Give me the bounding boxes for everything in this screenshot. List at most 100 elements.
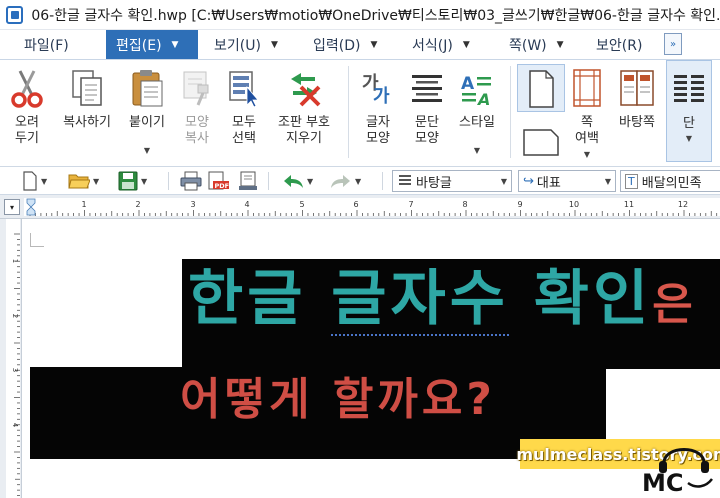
document-page[interactable]: 한글 글자수 확인은 어떻게 할까요? mulmeclass.tistory.c…	[22, 219, 720, 498]
tab-edit-label: 편집(E)	[116, 37, 162, 54]
open-button[interactable]: ▼	[68, 170, 99, 192]
para-shape-label: 문단 모양	[415, 115, 439, 146]
vertical-ruler[interactable]: 1 2 3 4	[0, 219, 22, 498]
toolbar-separator	[382, 172, 383, 190]
open-dropdown-icon[interactable]: ▼	[93, 177, 99, 186]
font-combo[interactable]: T 배달의민족	[620, 170, 720, 192]
paragraph-align-icon	[407, 66, 447, 110]
preview-button[interactable]	[238, 170, 258, 192]
style-icon: A A	[457, 66, 497, 110]
toolbar-separator	[268, 172, 269, 190]
style-combo[interactable]: 바탕글 ▼	[392, 170, 512, 192]
tab-insert-dropdown-icon[interactable]: ▼	[370, 40, 377, 50]
page-corner-marker	[30, 233, 44, 247]
paste-dropdown-icon[interactable]: ▼	[122, 143, 172, 159]
tab-page-label: 쪽(W)	[509, 37, 547, 54]
style-combo-value: 바탕글	[416, 175, 452, 191]
menu-expand-button[interactable]: »	[664, 33, 682, 55]
portrait-page-icon	[521, 67, 561, 111]
new-document-icon	[23, 171, 37, 191]
scissors-icon	[7, 66, 47, 110]
page-margin-button[interactable]: 쪽 여백 ▼	[566, 60, 608, 165]
redo-button[interactable]: ▼	[330, 170, 361, 192]
landscape-page-icon	[521, 120, 561, 164]
headline-word-hangul: 한글	[188, 264, 307, 334]
select-all-button[interactable]: 모두 선택	[222, 60, 266, 165]
print-button[interactable]	[180, 170, 202, 192]
new-document-dropdown-icon[interactable]: ▼	[41, 177, 47, 186]
page-orientation-portrait-button[interactable]	[517, 64, 565, 112]
tab-edit-dropdown-icon[interactable]: ▼	[172, 40, 179, 50]
page-orientation-landscape-button[interactable]	[517, 118, 565, 162]
save-dropdown-icon[interactable]: ▼	[141, 177, 147, 186]
mc-logo-text: MC	[642, 469, 684, 497]
ruler-label: 6	[353, 200, 358, 209]
page-margin-dropdown-icon[interactable]: ▼	[566, 147, 608, 163]
tab-security-label: 보안(R)	[596, 37, 643, 54]
ruler-label: 7	[408, 200, 413, 209]
para-shape-button[interactable]: 문단 모양	[404, 60, 450, 165]
tab-page-dropdown-icon[interactable]: ▼	[557, 40, 564, 50]
copy-button[interactable]: 복사하기	[54, 60, 120, 165]
pdf-save-button[interactable]: PDF	[207, 170, 229, 192]
tab-insert-label: 입력(D)	[313, 37, 361, 54]
font-type-icon: T	[625, 173, 638, 189]
delete-marks-button[interactable]: 조판 부호 지우기	[268, 60, 340, 165]
style-label: 스타일	[459, 115, 495, 130]
column-label: 단	[683, 116, 695, 131]
paste-label: 붙이기	[129, 115, 165, 130]
page-margin-icon	[567, 66, 607, 110]
background-page-icon	[617, 66, 657, 110]
undo-dropdown-icon[interactable]: ▼	[307, 177, 313, 186]
column-dropdown-icon[interactable]: ▼	[667, 131, 711, 147]
background-page-button[interactable]: 바탕쪽	[610, 60, 664, 165]
tab-view[interactable]: 보기(U) ▼	[214, 30, 278, 59]
pdf-icon: PDF	[208, 171, 230, 190]
cut-label: 오려 두기	[15, 115, 39, 146]
ruler-label: 8	[462, 200, 467, 209]
window-title: 06-한글 글자수 확인.hwp [C:₩Users₩motio₩OneDriv…	[31, 7, 720, 24]
format-brush-icon	[177, 66, 217, 110]
vertical-ruler-label: 4	[11, 423, 19, 428]
style-dropdown-icon[interactable]: ▼	[452, 143, 502, 159]
tab-format-dropdown-icon[interactable]: ▼	[463, 40, 470, 50]
style-icon-letter-top: A	[461, 74, 475, 94]
style-icon-letter-bottom: A	[476, 90, 490, 109]
ruler-label: 4	[244, 200, 249, 209]
background-page-label: 바탕쪽	[619, 115, 655, 130]
pdf-icon-text: PDF	[215, 182, 230, 190]
menu-bar: 파일(F) 편집(E) ▼ 보기(U) ▼ 입력(D) ▼ 서식(J) ▼ 쪽(…	[0, 30, 720, 60]
headline-line-1[interactable]: 한글 글자수 확인은	[182, 259, 720, 369]
save-button[interactable]: ▼	[118, 170, 147, 192]
column-button[interactable]: 단 ▼	[666, 60, 712, 162]
quick-toolbar: ▼ ▼ ▼ PDF ▼ ▼ 바탕글 ▼ ↪ 대표 ▼ T 배달의민족	[0, 167, 720, 195]
cut-button[interactable]: 오려 두기	[4, 60, 50, 165]
format-copy-button[interactable]: 모양 복사	[174, 60, 220, 165]
new-document-button[interactable]: ▼	[22, 170, 47, 192]
headline-particle: 은	[652, 279, 697, 330]
tab-security[interactable]: 보안(R)	[596, 30, 642, 59]
ruler-tab-selector-icon[interactable]: ▾	[4, 199, 20, 215]
hwp-app-icon[interactable]	[6, 5, 24, 24]
tab-view-dropdown-icon[interactable]: ▼	[271, 40, 278, 50]
language-combo-chevron-down-icon[interactable]: ▼	[605, 177, 611, 186]
tab-page[interactable]: 쪽(W) ▼	[509, 30, 564, 59]
tab-file[interactable]: 파일(F)	[24, 30, 69, 59]
ruler-label: 1	[81, 200, 86, 209]
style-button[interactable]: A A 스타일 ▼	[452, 60, 502, 165]
undo-button[interactable]: ▼	[282, 170, 313, 192]
vertical-ruler-label: 3	[11, 368, 19, 372]
style-combo-chevron-down-icon[interactable]: ▼	[501, 177, 507, 186]
ribbon-separator	[348, 66, 349, 158]
tab-format[interactable]: 서식(J) ▼	[412, 30, 470, 59]
delete-marks-icon	[284, 66, 324, 110]
tab-insert[interactable]: 입력(D) ▼	[313, 30, 377, 59]
tab-edit[interactable]: 편집(E) ▼	[106, 30, 198, 59]
page-margin-label: 쪽 여백	[575, 115, 599, 146]
horizontal-ruler[interactable]: 1 2 3 4 5 6 7 8 9 10 11 12	[24, 198, 720, 216]
char-shape-glyph-front: 가	[373, 86, 390, 107]
language-combo[interactable]: ↪ 대표 ▼	[518, 170, 616, 192]
paste-button[interactable]: 붙이기 ▼	[122, 60, 172, 165]
char-shape-button[interactable]: 가 가 글자 모양	[354, 60, 402, 165]
redo-dropdown-icon[interactable]: ▼	[355, 177, 361, 186]
